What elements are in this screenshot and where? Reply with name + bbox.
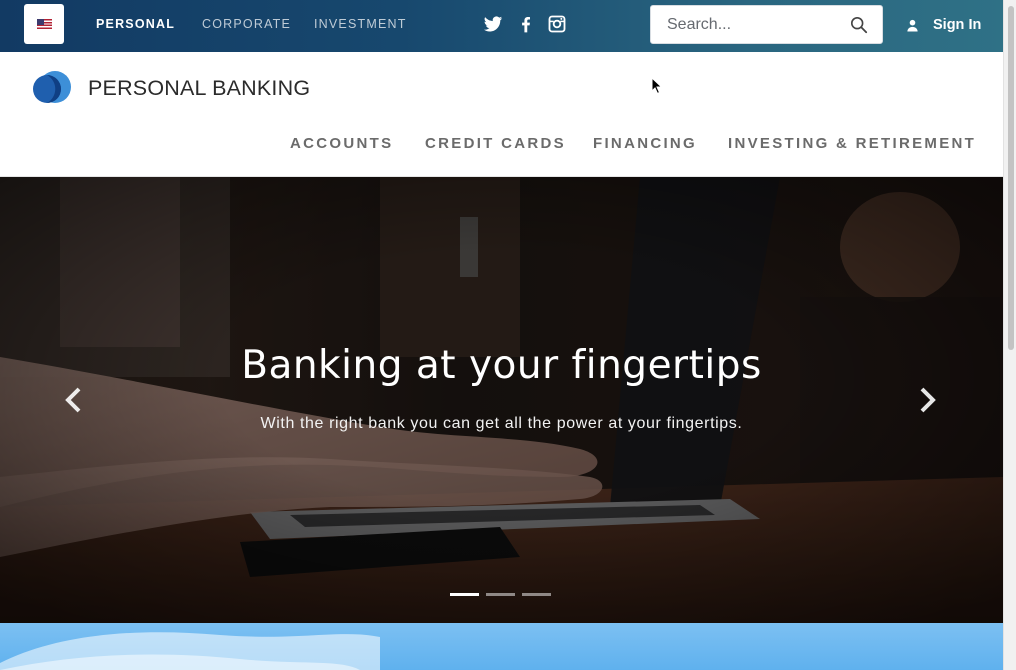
sign-in-label: Sign In bbox=[933, 17, 982, 33]
search-input[interactable] bbox=[651, 6, 841, 43]
nav-accounts[interactable]: ACCOUNTS bbox=[290, 135, 393, 152]
sky-clouds-image bbox=[0, 632, 380, 670]
search-icon[interactable] bbox=[850, 16, 868, 34]
scrollbar-thumb[interactable] bbox=[1008, 6, 1014, 350]
nav-financing[interactable]: FINANCING bbox=[593, 135, 697, 152]
page-scrollbar[interactable] bbox=[1003, 0, 1016, 670]
carousel-indicator[interactable] bbox=[450, 593, 479, 596]
user-icon bbox=[907, 19, 918, 32]
segment-investment-link[interactable]: INVESTMENT bbox=[314, 17, 407, 31]
instagram-icon[interactable] bbox=[547, 14, 567, 34]
hero-title: Banking at your fingertips bbox=[241, 343, 762, 388]
top-bar: PERSONAL CORPORATE INVESTMENT Sign In bbox=[0, 0, 1003, 52]
carousel-indicators bbox=[450, 593, 551, 599]
brand-name: PERSONAL BANKING bbox=[88, 76, 311, 100]
hero-background-image bbox=[0, 177, 1003, 623]
segment-corporate-link[interactable]: CORPORATE bbox=[202, 17, 291, 31]
nav-credit-cards[interactable]: CREDIT CARDS bbox=[425, 135, 566, 152]
bank-logo-icon[interactable] bbox=[32, 69, 72, 107]
search-box bbox=[650, 5, 883, 44]
hero-subtitle: With the right bank you can get all the … bbox=[260, 415, 743, 432]
carousel-indicator[interactable] bbox=[486, 593, 515, 596]
us-flag-icon bbox=[36, 19, 52, 29]
nav-investing-retirement[interactable]: INVESTING & RETIREMENT bbox=[728, 135, 976, 152]
hero-carousel: Banking at your fingertips With the righ… bbox=[0, 177, 1003, 623]
segment-personal-link[interactable]: PERSONAL bbox=[96, 17, 175, 31]
sign-in-button[interactable]: Sign In bbox=[906, 15, 981, 35]
facebook-icon[interactable] bbox=[516, 14, 536, 34]
country-selector-button[interactable] bbox=[24, 4, 64, 44]
main-navigation: ACCOUNTS CREDIT CARDS FINANCING INVESTIN… bbox=[0, 135, 1003, 155]
carousel-indicator[interactable] bbox=[522, 593, 551, 596]
chevron-left-icon[interactable] bbox=[64, 387, 84, 413]
chevron-right-icon[interactable] bbox=[917, 387, 937, 413]
twitter-icon[interactable] bbox=[483, 14, 503, 34]
brand-header: PERSONAL BANKING ACCOUNTS CREDIT CARDS F… bbox=[0, 52, 1003, 177]
next-section-image bbox=[0, 623, 1003, 670]
